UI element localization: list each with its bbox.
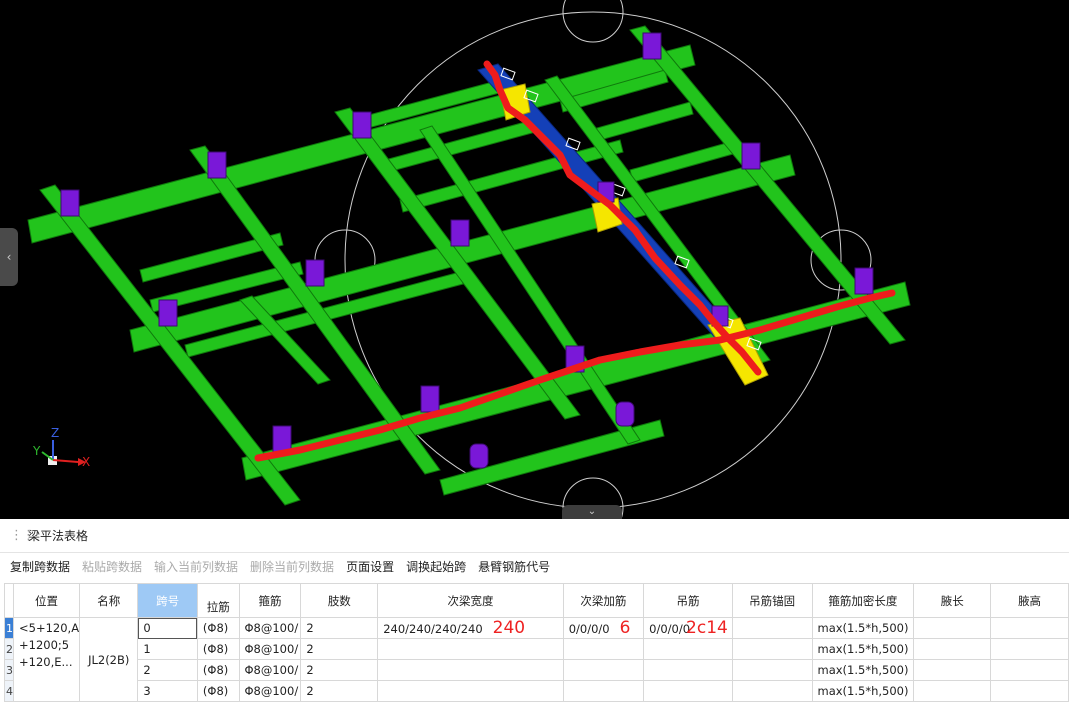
stirrup-cell[interactable]: Φ8@100/ [238, 680, 302, 702]
tie-cell[interactable]: (Φ8) [196, 638, 240, 660]
z-axis-label: Z [51, 426, 59, 440]
tie-cell[interactable]: (Φ8) [196, 617, 240, 639]
hanger-anchor-cell[interactable] [731, 659, 813, 681]
dense-length-cell[interactable]: max(1.5*h,500) [811, 680, 915, 702]
orbit-handle-top[interactable] [562, 0, 624, 43]
header-haunch-height[interactable]: 腋高 [990, 583, 1069, 618]
corner-cell [4, 583, 14, 618]
input-column-button[interactable]: 输入当前列数据 [154, 558, 238, 575]
hanger-cell[interactable] [643, 638, 733, 660]
secondary-add-cell[interactable] [562, 638, 645, 660]
secondary-width-cell[interactable] [377, 638, 564, 660]
header-span[interactable]: 跨号 [137, 583, 198, 618]
secondary-width-value: 240/240/240/240 [383, 622, 483, 636]
table-row[interactable]: 2 1 (Φ8) Φ8@100/ 2 max(1.5*h,500) [4, 638, 1069, 660]
beam-grid [27, 25, 911, 506]
haunch-length-cell[interactable] [913, 680, 992, 702]
haunch-length-cell[interactable] [913, 617, 992, 639]
header-name[interactable]: 名称 [79, 583, 139, 618]
adjust-start-span-button[interactable]: 调换起始跨 [406, 558, 466, 575]
hanger-anchor-cell[interactable] [731, 617, 813, 639]
beam-table-panel: ⋮⋮ 梁平法表格 复制跨数据 粘贴跨数据 输入当前列数据 删除当前列数据 页面设… [0, 519, 1069, 707]
annotation-secondary-add: 6 [619, 618, 631, 638]
hanger-cell[interactable] [643, 659, 733, 681]
header-hanger[interactable]: 吊筋 [643, 583, 733, 618]
hanger-anchor-cell[interactable] [731, 638, 813, 660]
secondary-width-cell[interactable] [377, 680, 564, 702]
hanger-value: 0/0/0/0 [649, 622, 691, 636]
table-row[interactable]: 3 2 (Φ8) Φ8@100/ 2 max(1.5*h,500) [4, 659, 1069, 681]
beam-model: Z Y X [27, 0, 911, 519]
position-cell[interactable]: <5+120,A +1200;5 +120,E... [12, 617, 81, 702]
haunch-length-cell[interactable] [913, 659, 992, 681]
beam-table: 位置 名称 跨号 拉筋 箍筋 肢数 次梁宽度 次梁加筋 吊筋 吊筋锚固 箍筋加密… [4, 583, 1069, 702]
stirrup-cell[interactable]: Φ8@100/ [238, 659, 302, 681]
span-cell[interactable]: 1 [137, 638, 198, 660]
secondary-add-value: 0/0/0/0 [568, 622, 610, 636]
legs-cell[interactable]: 2 [300, 680, 379, 702]
legs-cell[interactable]: 2 [300, 638, 379, 660]
header-dense-length[interactable]: 箍筋加密长度 [811, 583, 915, 618]
drag-grip-icon[interactable]: ⋮⋮ [10, 528, 35, 543]
hanger-cell[interactable] [643, 680, 733, 702]
axis-gizmo: Z Y X [32, 426, 90, 469]
haunch-length-cell[interactable] [913, 638, 992, 660]
legs-cell[interactable]: 2 [300, 659, 379, 681]
3d-viewport[interactable]: Z Y X ‹ ⌄ [0, 0, 1069, 519]
paste-span-button[interactable]: 粘贴跨数据 [82, 558, 142, 575]
legs-cell[interactable]: 2 [300, 617, 379, 639]
haunch-height-cell[interactable] [990, 659, 1069, 681]
row-number[interactable]: 1 [4, 617, 14, 639]
header-tie[interactable]: 拉筋 [196, 583, 240, 618]
header-position[interactable]: 位置 [12, 583, 81, 618]
header-stirrup[interactable]: 箍筋 [238, 583, 302, 618]
header-secondary-add[interactable]: 次梁加筋 [562, 583, 645, 618]
span-cell[interactable]: 2 [137, 659, 198, 681]
haunch-height-cell[interactable] [990, 638, 1069, 660]
cantilever-code-button[interactable]: 悬臂钢筋代号 [478, 558, 550, 575]
table-toolbar: 复制跨数据 粘贴跨数据 输入当前列数据 删除当前列数据 页面设置 调换起始跨 悬… [0, 553, 1069, 580]
stirrup-cell[interactable]: Φ8@100/ [238, 617, 302, 639]
page-setup-button[interactable]: 页面设置 [346, 558, 394, 575]
panel-header: ⋮⋮ 梁平法表格 [0, 519, 1069, 553]
span-cell[interactable]: 3 [137, 680, 198, 702]
copy-span-button[interactable]: 复制跨数据 [10, 558, 70, 575]
header-hanger-anchor[interactable]: 吊筋锚固 [731, 583, 813, 618]
tie-cell[interactable]: (Φ8) [196, 659, 240, 681]
y-axis-label: Y [32, 444, 41, 458]
secondary-add-cell[interactable] [562, 659, 645, 681]
row-number[interactable]: 4 [4, 680, 14, 702]
annotation-secondary-width: 240 [492, 618, 526, 638]
span-cell[interactable]: 0 [137, 617, 198, 639]
table-header-row: 位置 名称 跨号 拉筋 箍筋 肢数 次梁宽度 次梁加筋 吊筋 吊筋锚固 箍筋加密… [4, 583, 1069, 618]
header-legs[interactable]: 肢数 [300, 583, 379, 618]
stirrup-cell[interactable]: Φ8@100/ [238, 638, 302, 660]
left-panel-toggle[interactable]: ‹ [0, 228, 18, 286]
row-number[interactable]: 3 [4, 659, 14, 681]
secondary-width-cell[interactable]: 240/240/240/240 240 [377, 617, 564, 639]
dense-length-cell[interactable]: max(1.5*h,500) [811, 659, 915, 681]
panel-title: 梁平法表格 [28, 529, 89, 543]
dense-length-cell[interactable]: max(1.5*h,500) [811, 617, 915, 639]
table-row[interactable]: 4 3 (Φ8) Φ8@100/ 2 max(1.5*h,500) [4, 680, 1069, 702]
row-number[interactable]: 2 [4, 638, 14, 660]
header-tie-label: 拉筋 [206, 600, 230, 614]
annotation-hanger: 2c14 [686, 618, 728, 638]
table-row[interactable]: 1 <5+120,A +1200;5 +120,E... JL2(2B) 0 (… [4, 617, 1069, 702]
tie-cell[interactable]: (Φ8) [196, 680, 240, 702]
header-haunch-length[interactable]: 腋长 [913, 583, 992, 618]
haunch-height-cell[interactable] [990, 617, 1069, 639]
header-secondary-width[interactable]: 次梁宽度 [377, 583, 564, 618]
dense-length-cell[interactable]: max(1.5*h,500) [811, 638, 915, 660]
bottom-panel-toggle[interactable]: ⌄ [562, 505, 622, 519]
hanger-anchor-cell[interactable] [731, 680, 813, 702]
hanger-cell[interactable]: 0/0/0/02c14 [643, 617, 733, 639]
secondary-add-cell[interactable] [562, 680, 645, 702]
secondary-width-cell[interactable] [377, 659, 564, 681]
haunch-height-cell[interactable] [990, 680, 1069, 702]
name-cell[interactable]: JL2(2B) [79, 617, 139, 702]
delete-column-button[interactable]: 删除当前列数据 [250, 558, 334, 575]
secondary-add-cell[interactable]: 0/0/0/0 6 [562, 617, 645, 639]
x-axis-label: X [82, 455, 90, 469]
